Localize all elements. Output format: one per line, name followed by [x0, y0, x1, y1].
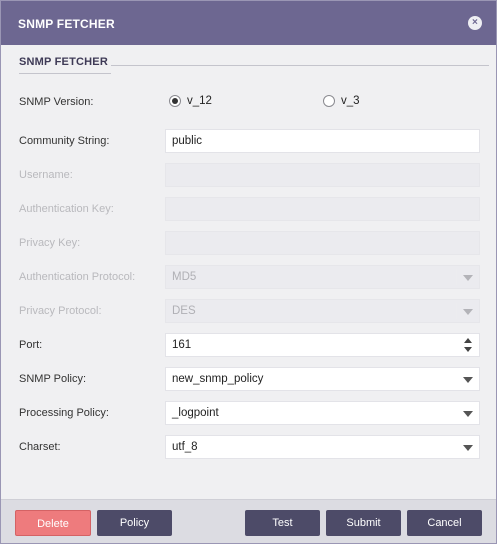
cancel-button[interactable]: Cancel	[407, 510, 482, 536]
privacy-protocol-row: Privacy Protocol: DES	[1, 299, 496, 323]
privacy-protocol-label: Privacy Protocol:	[19, 305, 102, 317]
username-row: Username:	[1, 163, 496, 187]
chevron-down-icon[interactable]	[463, 445, 473, 451]
port-row: Port: 161	[1, 333, 496, 357]
privacy-key-row: Privacy Key:	[1, 231, 496, 255]
processing-policy-row: Processing Policy: _logpoint	[1, 401, 496, 425]
test-button[interactable]: Test	[245, 510, 320, 536]
privacy-protocol-select: DES	[165, 299, 480, 323]
radio-v12[interactable]	[169, 95, 181, 107]
dialog-titlebar: SNMP FETCHER ×	[1, 1, 496, 45]
section-heading: SNMP FETCHER	[19, 56, 108, 68]
charset-value: utf_8	[172, 441, 198, 453]
section-divider	[111, 65, 489, 66]
processing-policy-select[interactable]: _logpoint	[165, 401, 480, 425]
authentication-protocol-row: Authentication Protocol: MD5	[1, 265, 496, 289]
close-icon[interactable]: ×	[468, 16, 482, 30]
community-string-label: Community String:	[19, 135, 110, 147]
radio-v12-label[interactable]: v_12	[187, 95, 212, 107]
charset-select[interactable]: utf_8	[165, 435, 480, 459]
port-label: Port:	[19, 339, 43, 351]
section-heading-underline	[19, 73, 111, 74]
port-input[interactable]: 161	[165, 333, 480, 357]
delete-button[interactable]: Delete	[15, 510, 91, 536]
port-value: 161	[172, 339, 192, 351]
select-divider	[456, 303, 457, 319]
snmp-fetcher-dialog: SNMP FETCHER × SNMP FETCHER SNMP Version…	[0, 0, 497, 544]
chevron-down-icon[interactable]	[463, 377, 473, 383]
radio-v3-label[interactable]: v_3	[341, 95, 360, 107]
community-string-row: Community String: public	[1, 129, 496, 153]
authentication-key-input	[165, 197, 480, 221]
charset-row: Charset: utf_8	[1, 435, 496, 459]
privacy-key-input	[165, 231, 480, 255]
submit-button[interactable]: Submit	[326, 510, 401, 536]
snmp-policy-row: SNMP Policy: new_snmp_policy	[1, 367, 496, 391]
spinner-up-icon[interactable]	[464, 338, 472, 343]
processing-policy-label: Processing Policy:	[19, 407, 109, 419]
snmp-version-row: SNMP Version: v_12 v_3	[1, 90, 496, 114]
snmp-version-label: SNMP Version:	[19, 96, 94, 108]
dialog-footer: Delete Policy Test Submit Cancel	[1, 499, 496, 543]
spinner-down-icon[interactable]	[464, 347, 472, 352]
policy-button[interactable]: Policy	[97, 510, 172, 536]
username-input	[165, 163, 480, 187]
dialog-title: SNMP FETCHER	[18, 17, 115, 31]
chevron-down-icon	[463, 309, 473, 315]
chevron-down-icon	[463, 275, 473, 281]
snmp-policy-value: new_snmp_policy	[172, 373, 264, 385]
privacy-key-label: Privacy Key:	[19, 237, 81, 249]
privacy-protocol-value: DES	[172, 305, 196, 317]
username-label: Username:	[19, 169, 73, 181]
radio-v3[interactable]	[323, 95, 335, 107]
processing-policy-value: _logpoint	[172, 407, 219, 419]
community-string-input[interactable]: public	[165, 129, 480, 153]
authentication-protocol-select: MD5	[165, 265, 480, 289]
charset-label: Charset:	[19, 441, 61, 453]
authentication-protocol-label: Authentication Protocol:	[19, 271, 136, 283]
snmp-policy-label: SNMP Policy:	[19, 373, 87, 385]
snmp-policy-select[interactable]: new_snmp_policy	[165, 367, 480, 391]
authentication-key-label: Authentication Key:	[19, 203, 114, 215]
chevron-down-icon[interactable]	[463, 411, 473, 417]
authentication-protocol-value: MD5	[172, 271, 197, 283]
select-divider	[456, 269, 457, 285]
authentication-key-row: Authentication Key:	[1, 197, 496, 221]
